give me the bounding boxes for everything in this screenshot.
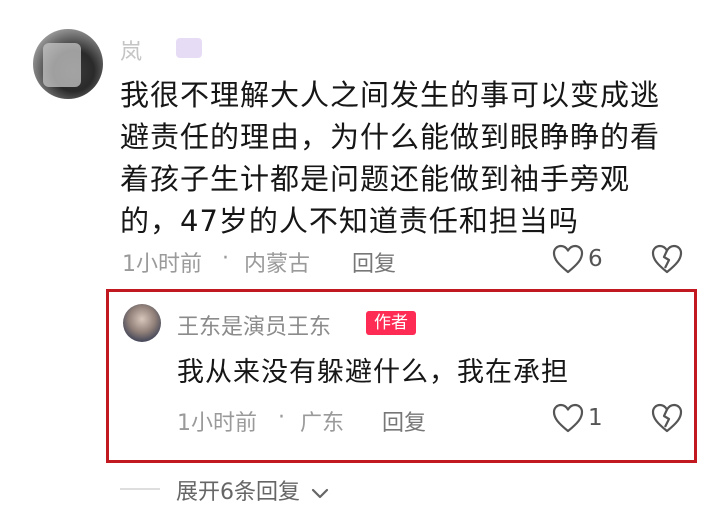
commenter-username[interactable]: 岚	[120, 34, 142, 66]
expand-replies-label: 展开6条回复	[176, 480, 300, 505]
commenter-avatar[interactable]	[33, 29, 103, 99]
reply-to-reply-button[interactable]: 回复	[382, 405, 426, 437]
like-heart-icon[interactable]	[552, 244, 584, 274]
comment-location: 内蒙古	[244, 252, 311, 277]
reply-text: 我从来没有躲避什么，我在承担	[177, 357, 569, 388]
author-avatar[interactable]	[123, 304, 161, 342]
expand-replies-button[interactable]: 展开6条回复	[176, 474, 329, 506]
comment-line: 的，47岁的人不知道责任和担当吗	[120, 204, 579, 238]
chevron-down-icon	[311, 481, 329, 506]
reply-time: 1小时前	[177, 411, 257, 436]
avatar-blur	[43, 43, 81, 87]
username-emoji	[176, 38, 202, 58]
reply-button[interactable]: 回复	[352, 246, 396, 278]
comment-time: 1小时前	[122, 252, 202, 277]
author-username[interactable]: 王东是演员王东	[177, 309, 331, 341]
expand-divider	[120, 488, 160, 490]
reply-dislike-broken-heart-icon[interactable]	[651, 403, 683, 433]
meta-separator: ·	[278, 405, 285, 430]
author-badge: 作者	[366, 311, 416, 335]
like-count: 6	[588, 246, 603, 272]
reply-like-count: 1	[588, 405, 603, 431]
comment-text: 我很不理解大人之间发生的事可以变成逃 避责任的理由，为什么能做到眼睁睁的看 着孩…	[120, 74, 680, 242]
meta-separator: ·	[222, 246, 229, 271]
comment-line: 着孩子生计都是问题还能做到袖手旁观	[120, 162, 631, 196]
comment-line: 我很不理解大人之间发生的事可以变成逃	[120, 78, 661, 112]
reply-location: 广东	[300, 411, 345, 436]
comment-line: 避责任的理由，为什么能做到眼睁睁的看	[120, 120, 661, 154]
dislike-broken-heart-icon[interactable]	[651, 244, 683, 274]
reply-like-heart-icon[interactable]	[552, 403, 584, 433]
